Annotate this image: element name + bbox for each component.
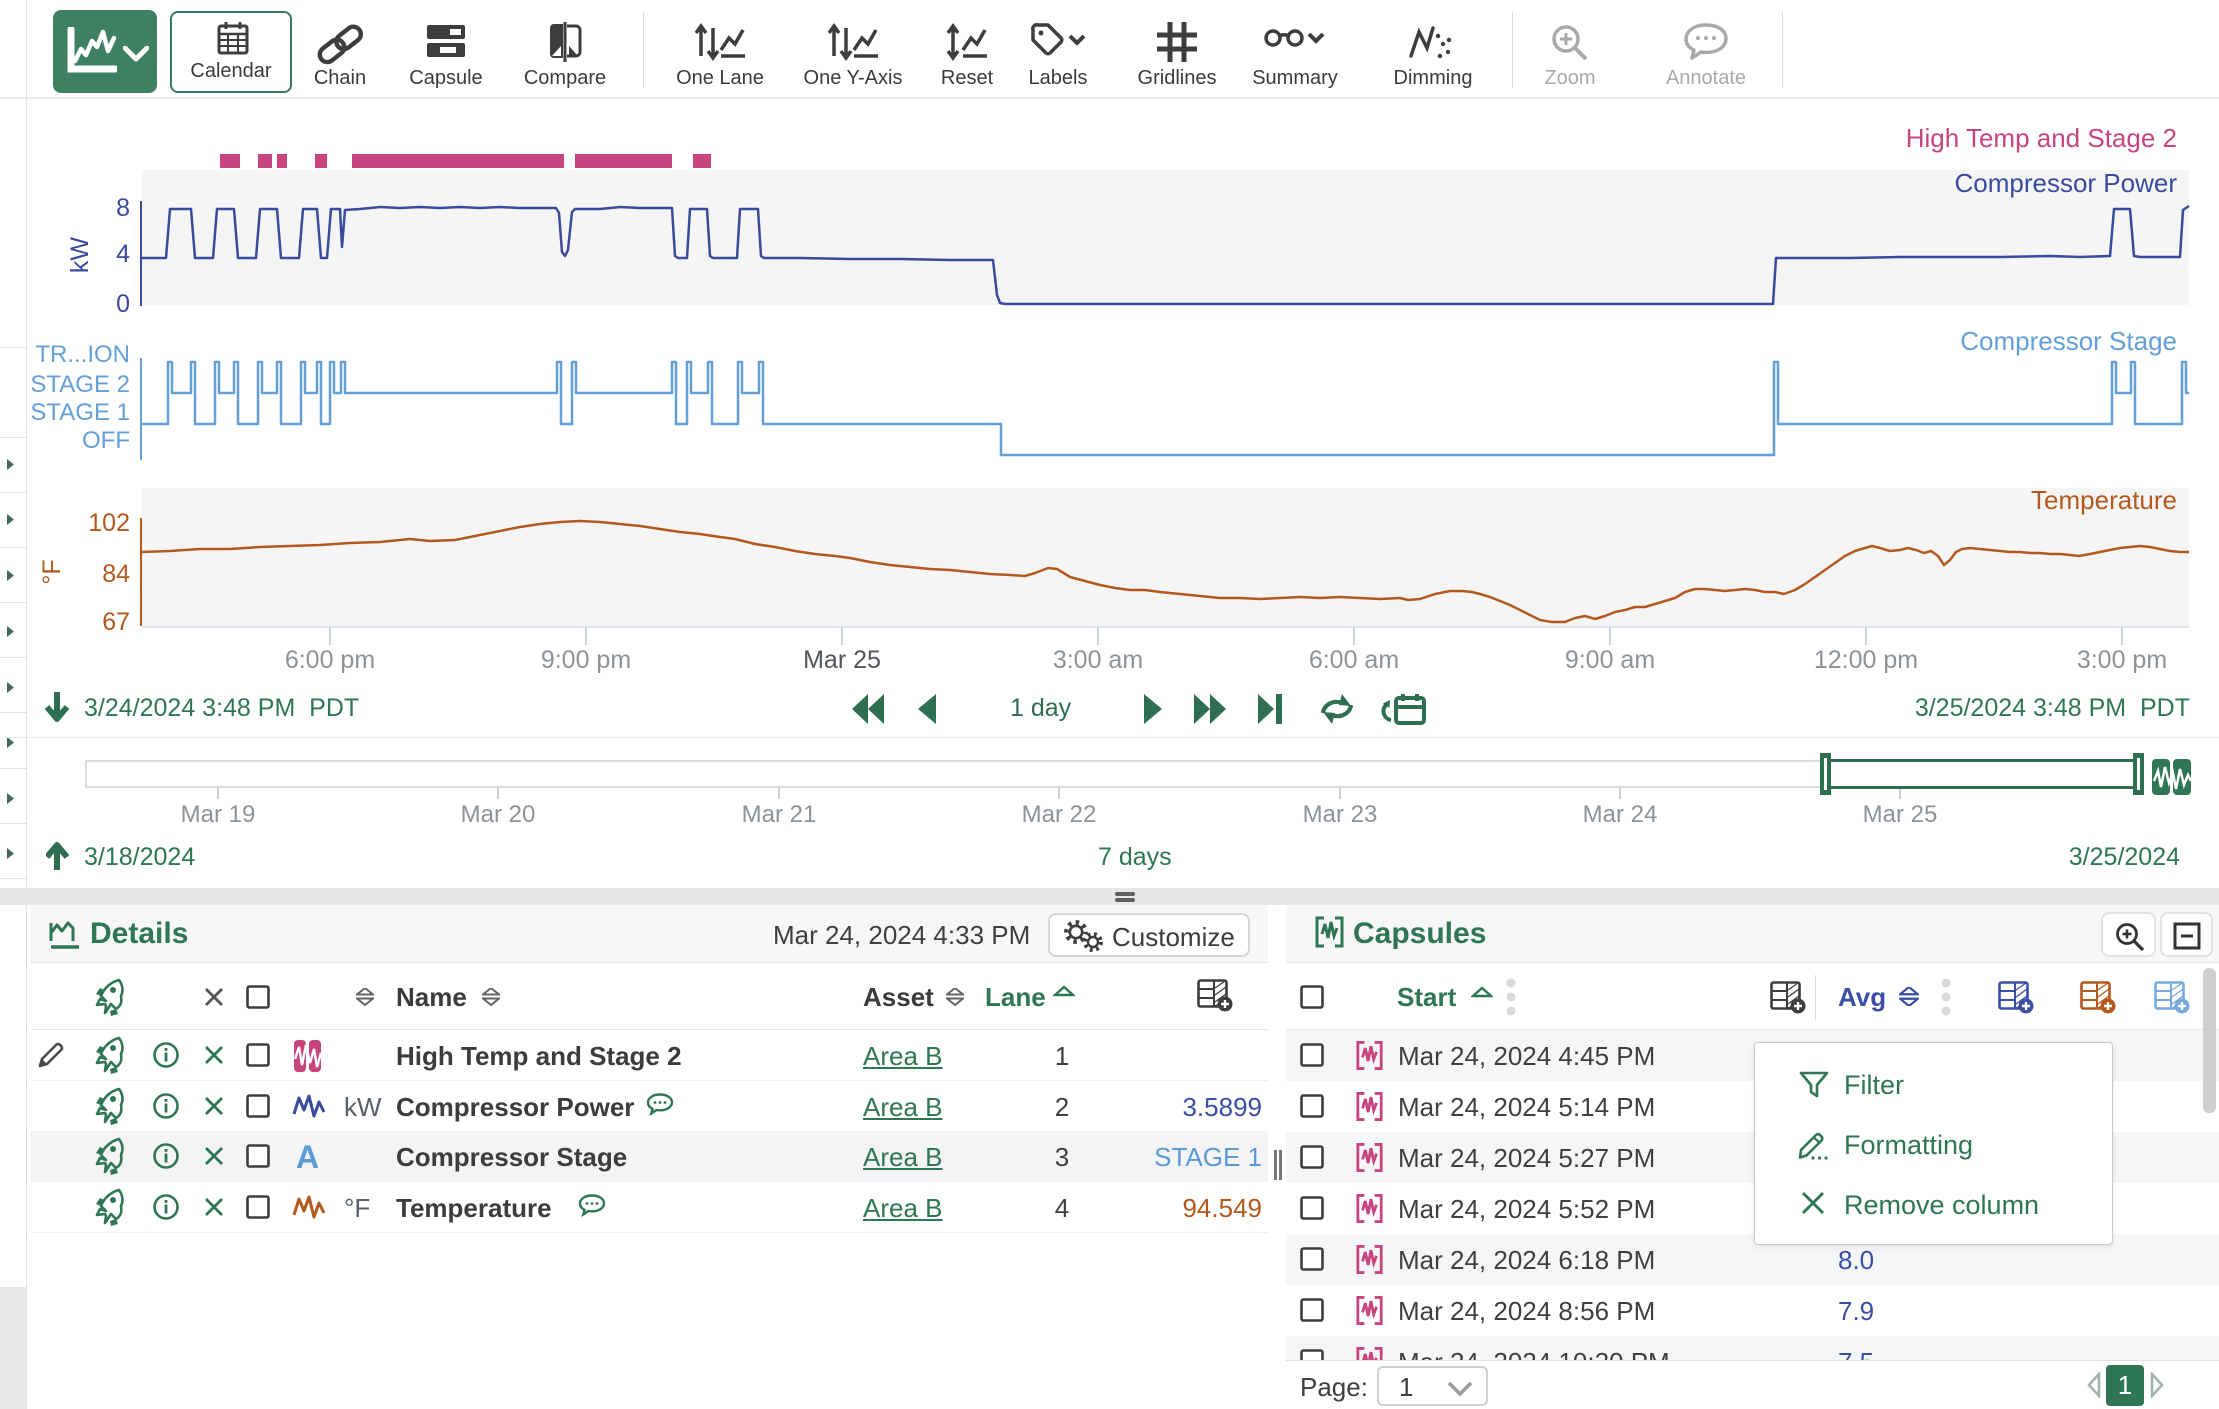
svg-text:OFF: OFF [82,427,130,454]
svg-text:kW: kW [66,237,94,274]
svg-text:4: 4 [116,240,130,268]
svg-text:High Temp and Stage 2: High Temp and Stage 2 [1906,123,2177,153]
svg-text:°F: °F [38,559,66,584]
svg-text:Compressor Stage: Compressor Stage [1960,326,2177,356]
svg-text:3:00 am: 3:00 am [1053,646,1143,674]
svg-text:Compressor Power: Compressor Power [1954,168,2177,198]
svg-text:12:00 pm: 12:00 pm [1814,646,1918,674]
svg-text:TR...ION: TR...ION [35,341,130,368]
svg-text:6:00 pm: 6:00 pm [285,646,375,674]
svg-text:6:00 am: 6:00 am [1309,646,1399,674]
svg-text:Mar 23: Mar 23 [1303,801,1378,828]
svg-text:Mar 19: Mar 19 [181,801,256,828]
svg-text:102: 102 [88,509,130,537]
svg-text:Mar 21: Mar 21 [742,801,817,828]
svg-text:Mar 22: Mar 22 [1022,801,1097,828]
svg-text:Temperature: Temperature [2031,485,2177,515]
svg-text:9:00 am: 9:00 am [1565,646,1655,674]
svg-text:84: 84 [102,560,130,588]
svg-text:0: 0 [116,290,130,318]
svg-text:STAGE 2: STAGE 2 [30,371,130,398]
svg-text:Mar 25: Mar 25 [803,646,881,674]
svg-text:Mar 24: Mar 24 [1583,801,1658,828]
svg-text:9:00 pm: 9:00 pm [541,646,631,674]
svg-text:Mar 25: Mar 25 [1863,801,1938,828]
svg-text:Mar 20: Mar 20 [461,801,536,828]
svg-text:8: 8 [116,194,130,222]
svg-text:STAGE 1: STAGE 1 [30,399,130,426]
svg-text:3:00 pm: 3:00 pm [2077,646,2167,674]
svg-text:67: 67 [102,608,130,636]
